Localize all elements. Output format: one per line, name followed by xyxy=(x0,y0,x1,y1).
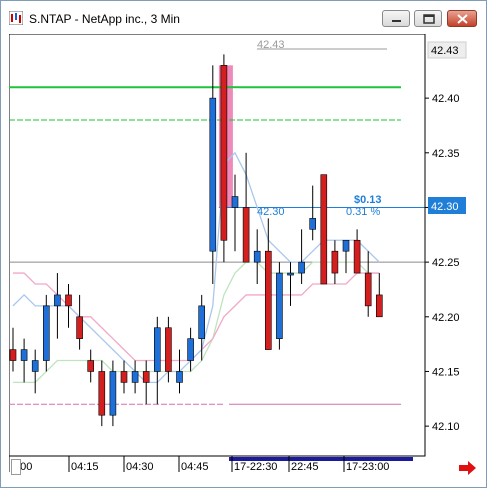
candle-down xyxy=(9,349,17,361)
candle-down xyxy=(353,239,361,274)
cursor-price-label: 42.30 xyxy=(431,201,459,213)
candle-up xyxy=(131,371,139,383)
window-title: S.NTAP - NetApp inc., 3 Min xyxy=(29,12,180,26)
candle-up xyxy=(309,218,317,230)
time-tick-label: 22:45 xyxy=(291,461,319,473)
candle-up xyxy=(298,261,305,274)
candle-up xyxy=(253,250,261,263)
candle-down xyxy=(120,371,128,383)
candle-down xyxy=(165,327,172,372)
candle-up xyxy=(187,338,194,361)
title-bar[interactable]: S.NTAP - NetApp inc., 3 Min xyxy=(1,1,486,31)
price-tick-label: 42.20 xyxy=(432,312,460,324)
close-icon xyxy=(457,14,468,24)
time-tick-label: 17-23:00 xyxy=(346,461,389,473)
candle-up xyxy=(287,272,294,276)
candle-up xyxy=(20,349,28,361)
candle-down xyxy=(142,371,150,383)
candle-down xyxy=(98,371,106,416)
price-tick-label: 42.40 xyxy=(432,93,460,105)
scroll-left-handle[interactable] xyxy=(11,459,21,475)
delta-value: $0.13 xyxy=(354,194,382,206)
candle-down xyxy=(375,294,383,318)
candle-up xyxy=(154,327,161,372)
chart-window: S.NTAP - NetApp inc., 3 Min 4:00 04:15 0… xyxy=(0,0,487,488)
candle-down xyxy=(320,174,328,285)
candle-up xyxy=(209,97,217,252)
candle-up xyxy=(31,360,39,372)
arrow-right-icon[interactable] xyxy=(459,461,477,475)
chart-area[interactable]: 4:00 04:15 04:30 04:45 17-22:30 22:45 17-23:00… xyxy=(9,34,481,477)
delta-percent: 0.31 % xyxy=(346,206,380,218)
candlestick-chart[interactable]: 4:00 04:15 04:30 04:45 17-22:30 22:45 17-23:00… xyxy=(9,34,481,477)
candle-up xyxy=(276,272,283,339)
minimize-icon xyxy=(392,20,401,22)
time-tick-label: 17-22:30 xyxy=(234,461,277,473)
candle-down xyxy=(364,272,372,307)
time-tick-label: 04:45 xyxy=(181,461,209,473)
time-tick-label: 04:15 xyxy=(71,461,99,473)
time-tick-label: 04:30 xyxy=(126,461,154,473)
candle-up xyxy=(198,305,205,339)
price-tick-label: 42.15 xyxy=(432,366,460,378)
candle-up xyxy=(109,371,117,416)
price-tick-label: 42.25 xyxy=(432,257,460,269)
last-price-label: 42.43 xyxy=(431,45,459,57)
candle-up xyxy=(342,239,350,252)
candle-up xyxy=(54,294,61,307)
candle-down xyxy=(65,294,72,307)
maximize-button[interactable] xyxy=(414,10,442,27)
candle-down xyxy=(220,65,228,241)
candle-down xyxy=(76,316,83,339)
crosshair-price: 42.30 xyxy=(257,206,285,218)
candle-up xyxy=(231,196,239,208)
maximize-icon xyxy=(423,14,435,24)
price-tick-label: 42.35 xyxy=(432,148,460,160)
candle-down xyxy=(87,360,94,372)
overlay-high-price: 42.43 xyxy=(257,39,285,51)
close-button[interactable] xyxy=(447,10,477,27)
candle-up xyxy=(42,305,50,361)
candle-down xyxy=(264,250,272,350)
candle-down xyxy=(331,250,339,274)
price-tick-label: 42.10 xyxy=(432,421,460,433)
minimize-button[interactable] xyxy=(382,10,410,27)
chart-app-icon xyxy=(9,11,23,25)
candle-down xyxy=(242,207,250,263)
candle-up xyxy=(176,371,183,383)
